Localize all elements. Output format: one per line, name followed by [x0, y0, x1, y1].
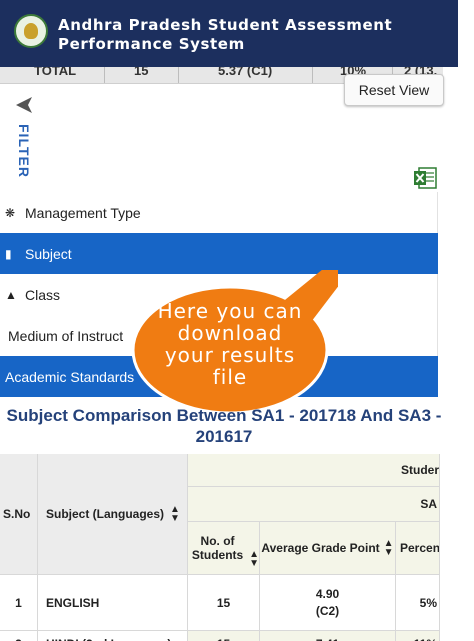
row2-average-grade: 7.41: [260, 631, 396, 641]
header-group-students: Studer: [188, 454, 440, 487]
row1-average-value: 4.90: [315, 586, 340, 601]
sort-icon[interactable]: ▲ ▼: [249, 550, 259, 569]
header-subject-label: Subject (Languages): [46, 507, 165, 521]
sort-icon[interactable]: ▲ ▼: [170, 505, 180, 524]
header-average-grade-point[interactable]: Average Grade Point ▲ ▼: [260, 522, 396, 575]
reset-view-button[interactable]: Reset View: [344, 74, 444, 106]
results-table: S.No Subject (Languages) ▲ ▼ Studer SA No…: [0, 454, 440, 641]
app-title-line1: Andhra Pradesh Student Assessment: [58, 16, 393, 34]
filter-item-label: Subject: [25, 245, 72, 262]
app-header: Andhra Pradesh Student Assessment Perfor…: [0, 0, 458, 67]
row1-percent: 5%: [396, 575, 440, 631]
book-icon: ▮: [5, 246, 12, 261]
handshake-icon: ❋: [5, 205, 16, 220]
callout-line: download: [177, 321, 283, 345]
row1-grade: (C2): [315, 603, 340, 618]
row2-students: 15: [188, 631, 260, 641]
sort-icon[interactable]: ▲ ▼: [384, 539, 394, 558]
row2-percent: 11%: [396, 631, 440, 641]
filter-item-label: Management Type: [25, 204, 141, 221]
app-screen: TOTAL 15 5.37 (C1) 10% 2 (13. Andhra Pra…: [0, 0, 474, 641]
row1-average-grade: 4.90 (C2): [260, 575, 396, 631]
section-title-line1: Subject Comparison Between SA1 - 201718 …: [6, 406, 442, 425]
header-average-grade-label: Average Grade Point: [261, 541, 380, 555]
filter-item-label: Medium of Instruct: [8, 327, 124, 344]
callout-line: Here you can: [157, 299, 303, 323]
header-subject[interactable]: Subject (Languages) ▲ ▼: [38, 454, 188, 575]
header-students-label: No. of Students: [191, 534, 244, 562]
row2-sno: 2: [0, 631, 38, 641]
row1-subject: ENGLISH: [38, 575, 188, 631]
callout-line: your results: [164, 343, 296, 367]
filter-item-management-type[interactable]: ❋ Management Type: [0, 192, 438, 233]
row1-students: 15: [188, 575, 260, 631]
section-title-line2: 201617: [195, 427, 253, 446]
filter-item-label: Class: [25, 286, 61, 303]
filter-funnel-icon[interactable]: [14, 96, 34, 114]
download-callout: Here you can download your results file: [130, 270, 338, 416]
app-title-line2: Performance System: [58, 35, 245, 53]
callout-line: file: [212, 365, 248, 389]
excel-download-icon[interactable]: [413, 166, 438, 190]
row1-sno: 1: [0, 575, 38, 631]
filter-item-subject[interactable]: ▮ Subject: [0, 233, 438, 274]
filter-tab[interactable]: FILTER: [14, 124, 32, 178]
section-title: Subject Comparison Between SA1 - 201718 …: [0, 405, 448, 447]
header-sno: S.No: [0, 454, 38, 575]
state-emblem-logo: [14, 14, 48, 48]
header-percent[interactable]: Percen: [396, 522, 440, 575]
header-group-sa: SA: [188, 487, 440, 522]
header-students[interactable]: No. of Students ▲ ▼: [188, 522, 260, 575]
filter-item-label: Academic Standards: [5, 368, 135, 385]
row2-subject: HINDI (2nd Language): [38, 631, 188, 641]
callout-text: Here you can download your results file: [130, 300, 330, 388]
graduation-cap-icon: ▲: [5, 287, 17, 302]
